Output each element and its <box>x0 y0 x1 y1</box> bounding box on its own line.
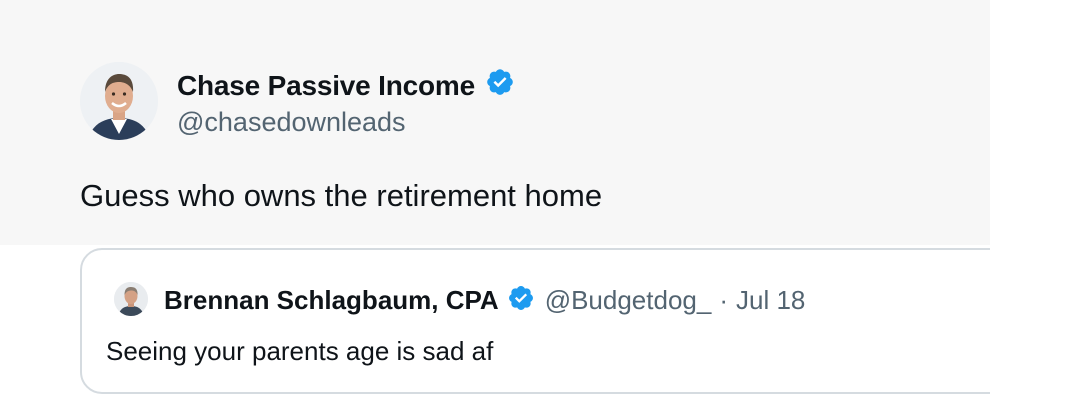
author-avatar[interactable] <box>80 62 158 140</box>
right-margin <box>990 0 1080 420</box>
quoted-tweet-header: Brennan Schlagbaum, CPA @Budgetdog_ · Ju… <box>164 284 805 317</box>
verified-badge-icon <box>485 67 515 104</box>
author-avatar-image <box>80 62 158 140</box>
quoted-author-avatar[interactable] <box>114 282 148 316</box>
quoted-tweet[interactable]: Brennan Schlagbaum, CPA @Budgetdog_ · Ju… <box>80 248 1020 394</box>
tweet[interactable]: Chase Passive Income @chasedownleads Gue… <box>0 0 1080 420</box>
author-name-text: Chase Passive Income <box>177 69 475 101</box>
author-name[interactable]: Chase Passive Income <box>177 67 515 104</box>
tweet-text: Guess who owns the retirement home <box>80 178 603 213</box>
quoted-author-avatar-image <box>114 282 148 316</box>
dot-separator: · <box>719 285 728 315</box>
quoted-author-handle[interactable]: @Budgetdog_ <box>545 285 712 316</box>
verified-badge-icon <box>507 284 535 317</box>
quoted-tweet-date[interactable]: Jul 18 <box>736 285 805 316</box>
author-handle[interactable]: @chasedownleads <box>177 107 406 138</box>
quoted-author-name[interactable]: Brennan Schlagbaum, CPA <box>164 285 499 316</box>
quoted-tweet-text: Seeing your parents age is sad af <box>106 336 494 366</box>
